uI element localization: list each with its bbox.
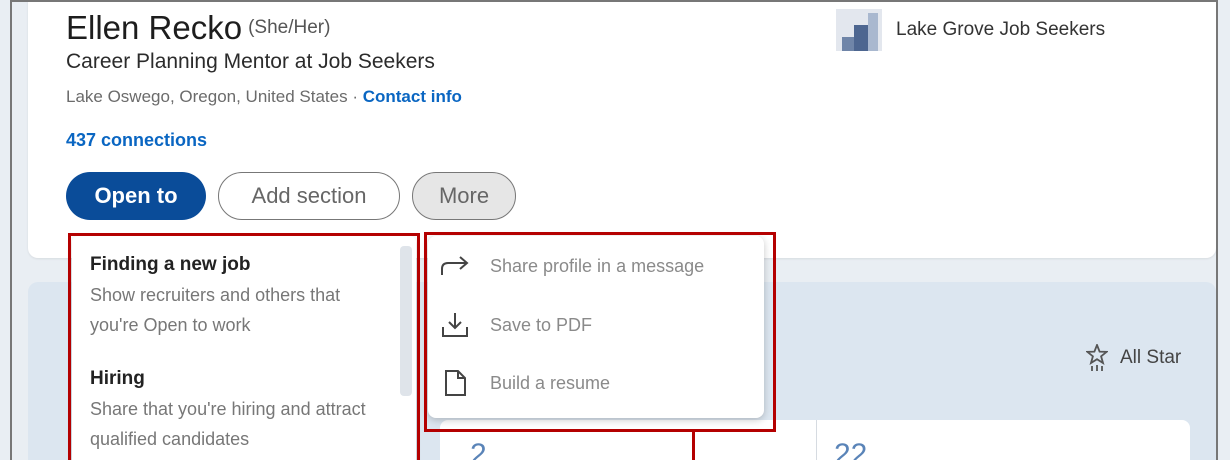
open-to-item-desc: Show recruiters and others that	[90, 285, 341, 305]
add-section-button[interactable]: Add section	[218, 172, 400, 220]
more-item-build-resume[interactable]: Build a resume	[440, 363, 610, 403]
open-to-item-hiring[interactable]: Hiring Share that you're hiring and attr…	[90, 368, 410, 454]
company-logo-icon	[836, 9, 882, 51]
profile-headline: Career Planning Mentor at Job Seekers	[66, 50, 435, 73]
star-badge-icon	[1086, 344, 1108, 371]
company-name: Lake Grove Job Seekers	[896, 19, 1106, 40]
document-icon	[445, 370, 466, 396]
more-item-save-pdf[interactable]: Save to PDF	[440, 305, 592, 345]
all-star-label: All Star	[1120, 347, 1182, 368]
location-line: Lake Oswego, Oregon, United States · Con…	[66, 87, 462, 107]
open-to-item-title: Hiring	[90, 368, 145, 389]
analytics-card-divider	[816, 420, 817, 460]
more-item-label: Build a resume	[490, 372, 611, 393]
annotation-connector	[692, 430, 695, 460]
open-to-item-title: Finding a new job	[90, 254, 251, 275]
location-separator: ·	[347, 87, 363, 106]
open-to-item-desc: qualified candidates	[90, 429, 250, 449]
more-item-share-profile[interactable]: Share profile in a message	[440, 246, 704, 286]
more-item-label: Share profile in a message	[490, 255, 705, 276]
analytics-value-left: 2	[470, 440, 487, 460]
more-button[interactable]: More	[412, 172, 516, 220]
profile-name-text: Ellen Recko	[66, 9, 243, 46]
connections-link[interactable]: 437 connections	[66, 130, 207, 151]
open-to-item-desc: Share that you're hiring and attract	[90, 399, 366, 419]
current-company[interactable]: Lake Grove Job Seekers	[836, 9, 1106, 51]
analytics-card	[440, 420, 1190, 460]
all-star-badge[interactable]: All Star	[1086, 344, 1181, 372]
more-item-label: Save to PDF	[490, 314, 593, 335]
pronouns: (She/Her)	[248, 17, 331, 38]
open-to-button[interactable]: Open to	[66, 172, 206, 220]
contact-info-link[interactable]: Contact info	[363, 87, 462, 106]
open-to-item-desc: you're Open to work	[90, 315, 251, 335]
analytics-value: 22	[834, 440, 868, 460]
location-text: Lake Oswego, Oregon, United States	[66, 87, 348, 106]
profile-name: Ellen Recko (She/Her)	[66, 8, 330, 48]
screenshot-frame: Ellen Recko (She/Her) Career Planning Men…	[0, 0, 1230, 460]
download-icon	[442, 313, 468, 337]
share-arrow-icon	[441, 256, 469, 275]
open-to-item-finding-job[interactable]: Finding a new job Show recruiters and ot…	[90, 254, 410, 340]
